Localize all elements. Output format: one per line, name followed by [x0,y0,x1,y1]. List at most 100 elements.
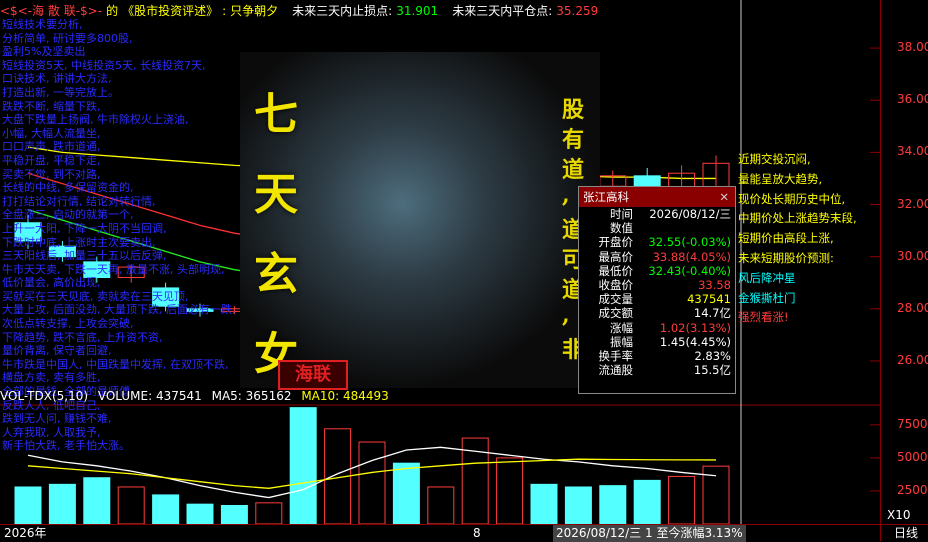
topbar-segment: <$<-海 散 联-$>- [0,4,103,18]
poster-image: 七 天 玄 女 股有道,道可道,非 海联 [240,52,600,390]
topbar-segment: 31.901 [396,4,439,18]
volume-bar [599,485,627,525]
poster-vertical-char: 股 [562,97,585,123]
info-row-key: 涨幅 [610,320,633,335]
info-row: 流通股 15.5亿 [579,363,735,377]
left-note-line: 分析简单, 研讨要多800股, [2,31,133,45]
info-row: 最低价 32.43(-0.40%) [579,264,735,278]
vol-indicator-name[interactable]: VOL-TDX(5,10) [0,389,88,403]
topbar-segment: 35.259 [556,4,599,18]
info-row-key: 成交额 [598,306,634,321]
price-tick-label: 32.00 [897,196,928,211]
info-row-key: 换手率 [598,348,634,363]
volume-bar [496,457,524,525]
volume-bar [633,479,661,525]
info-row: 涨幅 1.02(3.13%) [579,321,735,335]
volume-bar [289,407,317,525]
volume-bar [668,475,696,525]
volume-tick-label: 25000 [897,482,928,497]
info-row-value: 2026/08/12/三 [649,207,731,221]
info-row: 最高价 33.88(4.05%) [579,250,735,264]
poster-char-1: 七 [254,89,298,140]
volume-tick-label: 50000 [897,449,928,464]
period-label[interactable]: 日线 [894,525,918,542]
volume-bar [530,483,558,525]
volume-bar [14,486,42,525]
info-row-key: 收盘价 [598,277,634,292]
bottom-month: 8 [473,526,481,540]
volume-bar [83,477,111,525]
price-tick-label: 30.00 [897,248,928,263]
left-note-line: 新手怕大跌, 老手怕大涨。 [2,439,130,453]
right-notes-panel: 近期交投沉闷, 量能呈放大趋势, 现价处长期历史中位, 中期价处上涨趋势末段, 短期价由… [738,150,888,328]
info-row-key: 最高价 [598,249,634,264]
left-note-line: 跌到无人问, 赚钱不难, [2,412,112,426]
vol-volume: VOLUME: 437541 [97,389,202,403]
info-row-key: 时间 [610,207,633,221]
right-note-line: 现价处长期历史中位, [738,191,846,206]
right-note-line: 金猴撕杜门 [738,290,796,305]
left-note-line: 短线技术要分析, [2,18,83,31]
left-note-line: 人弃我取, 人取我予, [2,425,101,439]
info-row-value: 32.55(-0.03%) [648,235,731,250]
info-row-value: 14.7亿 [693,306,731,321]
volume-bar [255,502,283,525]
volume-bar [427,486,455,525]
topbar-segment: 未来三天内止损点: [292,4,393,18]
poster-vertical-char: 道 [562,157,585,183]
right-note-line: 风后降冲星 [738,270,796,285]
price-tick-label: 34.00 [897,144,928,159]
candle-body [599,175,627,187]
close-icon[interactable]: ✕ [719,187,729,207]
info-panel-title[interactable]: 张江高科 ✕ [579,187,735,207]
price-tick-label: 28.00 [897,300,928,315]
y-axis: 38.00 36.00 34.00 32.00 30.00 28.00 26.00 75000… [880,0,928,541]
bottom-status: 2026/08/12/三 1 至今涨幅3.13% [553,525,746,542]
volume-unit-label: X10 [887,508,911,522]
info-row: 时间 2026/08/12/三 [579,207,735,221]
right-note-line: 强烈看涨! [738,310,789,325]
topbar-segment: 《股市投资评述》 [122,4,219,18]
info-row-key: 成交量 [598,292,634,307]
info-row-value: 2.83% [694,348,731,363]
info-row: 数值 [579,221,735,235]
volume-ma-yellow [27,458,717,489]
info-row: 振幅 1.45(4.45%) [579,335,735,349]
poster-vertical-char: 有 [562,127,585,153]
price-tick-label: 26.00 [897,352,928,367]
volume-bar [220,504,248,525]
info-row-key: 开盘价 [598,235,634,250]
volume-bar [461,437,489,525]
right-note-line: 未来短期股价预测: [738,250,834,265]
right-note-line: 中期价处上涨趋势末段, [738,211,857,226]
bottom-time-bar: 2026年 8 2026/08/12/三 1 至今涨幅3.13% 日线 [0,524,928,542]
info-row-key: 数值 [610,221,633,236]
right-note-line: 近期交投沉闷, [738,152,811,166]
volume-tick-label: 75000 [897,416,928,431]
volume-bar [117,486,145,525]
topbar-segment: 只争朝夕 [230,4,279,18]
poster-vertical-char: , [562,182,570,208]
vol-ma5: MA5: 365162 [211,389,292,403]
vol-ma10: MA10: 484493 [301,389,389,403]
volume-bar [358,441,386,525]
price-tick-label: 36.00 [897,92,928,107]
volume-header: VOL-TDX(5,10) VOLUME: 437541 MA5: 365162… [0,387,880,405]
info-row-value: 15.5亿 [693,363,731,378]
volume-bar [152,494,180,525]
poster-stamp: 海联 [278,360,348,390]
volume-ma-white [27,446,717,499]
quote-info-panel[interactable]: 张江高科 ✕ 时间 2026/08/12/三 数值 开盘价 32.55(-0.03%) 最… [578,186,736,394]
info-row-key: 最低价 [598,263,634,278]
topbar-segment: : [222,4,227,18]
price-tick-label: 38.00 [897,40,928,55]
info-row: 成交额 14.7亿 [579,306,735,320]
poster-char-2: 天 [254,169,298,220]
volume-bar [324,428,352,525]
poster-char-3: 玄 [254,249,298,300]
right-note-line: 量能呈放大趋势, [738,171,823,186]
poster-vertical-char: , [562,302,570,328]
info-row: 换手率 2.83% [579,349,735,363]
info-row-value: 33.58 [698,277,731,292]
info-row-key: 振幅 [610,334,633,349]
